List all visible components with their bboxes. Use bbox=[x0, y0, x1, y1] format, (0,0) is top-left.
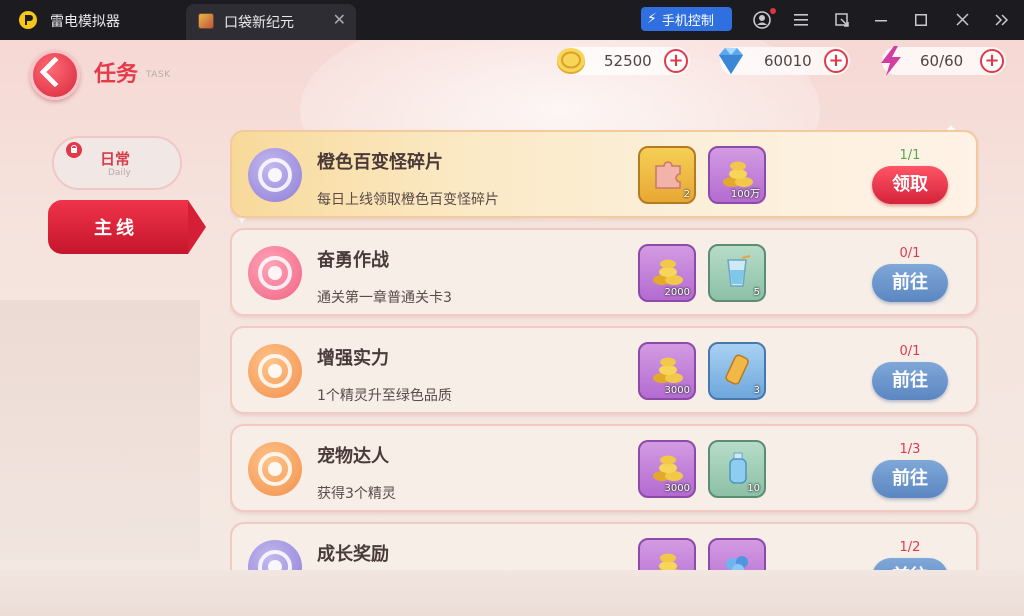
potion-bottle-icon bbox=[729, 452, 747, 484]
coin-pile-icon bbox=[653, 455, 683, 481]
reward-quantity: 5 bbox=[753, 287, 760, 298]
phone-control-button[interactable]: ⚡ 手机控制 bbox=[641, 7, 732, 31]
reward-puzzle-item[interactable]: 2 bbox=[638, 146, 696, 204]
task-progress: 1/3 bbox=[899, 442, 921, 457]
task-description: 通关第一章普通关卡3 bbox=[317, 290, 452, 306]
claim-button[interactable]: 领取 bbox=[872, 166, 948, 204]
task-target-icon bbox=[248, 148, 302, 202]
tab-game[interactable]: 口袋新纪元 ✕ bbox=[186, 4, 356, 40]
task-progress: 0/1 bbox=[899, 246, 921, 261]
task-description: 1个精灵升至绿色品质 bbox=[317, 388, 452, 404]
reward-drink-item[interactable]: 5 bbox=[708, 244, 766, 302]
diamond-counter: 60010 + bbox=[719, 47, 850, 75]
task-name: 橙色百变怪碎片 bbox=[317, 152, 443, 173]
task-name: 奋勇作战 bbox=[317, 250, 389, 271]
reward-coins-item[interactable]: 2000 bbox=[638, 244, 696, 302]
task-list[interactable]: 橙色百变怪碎片 每日上线领取橙色百变怪碎片 2 100万 1/1 领取 奋勇作战… bbox=[230, 128, 980, 570]
go-button[interactable]: 前往 bbox=[872, 558, 948, 570]
coin-value: 52500 bbox=[604, 52, 652, 70]
energy-counter: 60/60 + bbox=[881, 46, 1006, 76]
task-target-icon bbox=[248, 540, 302, 570]
reward-quantity: 2000 bbox=[664, 287, 690, 298]
go-button[interactable]: 前往 bbox=[872, 362, 948, 400]
task-upgrade-icon bbox=[248, 442, 302, 496]
daily-label: 日常 bbox=[100, 150, 131, 168]
phone-control-label: 手机控制 bbox=[661, 13, 714, 29]
task-description: 获得3个精灵 bbox=[317, 486, 396, 502]
close-tab-icon[interactable]: ✕ bbox=[333, 10, 346, 29]
daily-sublabel: Daily bbox=[108, 168, 131, 178]
coin-pile-icon bbox=[653, 259, 683, 285]
reward-quantity: 100万 bbox=[730, 189, 760, 200]
scroll-icon bbox=[725, 354, 749, 385]
reward-quantity: 3 bbox=[753, 385, 760, 396]
blue-crystal-icon bbox=[726, 556, 748, 570]
reward-quantity: 10 bbox=[747, 483, 760, 494]
task-item: 增强实力 1个精灵升至绿色品质 3000 3 0/1 前往 bbox=[230, 326, 978, 414]
coin-pile-icon bbox=[656, 553, 680, 570]
go-button[interactable]: 前往 bbox=[872, 264, 948, 302]
back-button[interactable] bbox=[30, 50, 80, 100]
reward-scroll-item[interactable]: 3 bbox=[708, 342, 766, 400]
task-name: 增强实力 bbox=[317, 348, 389, 369]
page-title: 任务 bbox=[94, 62, 139, 87]
coin-pile-icon bbox=[653, 357, 683, 383]
reward-quantity: 3000 bbox=[664, 385, 690, 396]
task-name: 成长奖励 bbox=[317, 544, 389, 565]
add-diamond-button[interactable]: + bbox=[824, 49, 848, 73]
task-item: 奋勇作战 通关第一章普通关卡3 2000 5 0/1 前往 bbox=[230, 228, 978, 316]
main-label: 主线 bbox=[94, 218, 138, 239]
game-screen: ✦ ✦ 任务 TASK 52500 + 60010 + 60/60 + 日常 D… bbox=[0, 40, 1024, 616]
tab-daily[interactable]: 日常 Daily bbox=[52, 136, 182, 190]
go-button[interactable]: 前往 bbox=[872, 460, 948, 498]
add-energy-button[interactable]: + bbox=[980, 49, 1004, 73]
reward-coins-item[interactable]: 100万 bbox=[708, 146, 766, 204]
page-subtitle: TASK bbox=[146, 70, 171, 80]
emulator-title-bar: 雷电模拟器 口袋新纪元 ✕ ⚡ 手机控制 bbox=[0, 0, 1024, 40]
task-pokeball-icon bbox=[248, 246, 302, 300]
maximize-icon[interactable] bbox=[909, 8, 933, 32]
task-name: 宠物达人 bbox=[317, 446, 389, 467]
energy-value: 60/60 bbox=[920, 52, 964, 70]
diamond-icon bbox=[719, 48, 743, 74]
lightning-icon: ⚡ bbox=[647, 11, 657, 27]
task-progress: 1/2 bbox=[899, 540, 921, 555]
task-progress: 0/1 bbox=[899, 344, 921, 359]
reward-coins-item[interactable] bbox=[638, 538, 696, 570]
tab-label: 口袋新纪元 bbox=[224, 15, 294, 31]
puzzle-piece-icon bbox=[655, 161, 681, 189]
expand-sidebar-icon[interactable] bbox=[990, 8, 1014, 32]
task-upgrade-icon bbox=[248, 344, 302, 398]
leidian-logo-icon bbox=[19, 11, 37, 29]
tab-main[interactable]: 主线 bbox=[48, 200, 206, 254]
task-item: 宠物达人 获得3个精灵 3000 10 1/3 前往 bbox=[230, 424, 978, 512]
add-coin-button[interactable]: + bbox=[664, 49, 688, 73]
reward-crystal-item[interactable] bbox=[708, 538, 766, 570]
gold-coin-icon bbox=[557, 48, 585, 74]
background-shop bbox=[0, 300, 200, 560]
minimize-icon[interactable] bbox=[869, 8, 893, 32]
chevron-left-icon bbox=[39, 56, 71, 88]
reward-potion-item[interactable]: 10 bbox=[708, 440, 766, 498]
task-description: 每日上线领取橙色百变怪碎片 bbox=[317, 192, 499, 208]
notification-dot bbox=[770, 8, 776, 14]
reward-coins-item[interactable]: 3000 bbox=[638, 342, 696, 400]
task-progress: 1/1 bbox=[899, 148, 921, 163]
reward-quantity: 3000 bbox=[664, 483, 690, 494]
app-title: 雷电模拟器 bbox=[50, 14, 120, 30]
task-item: 橙色百变怪碎片 每日上线领取橙色百变怪碎片 2 100万 1/1 领取 bbox=[230, 130, 978, 218]
resize-window-icon[interactable] bbox=[830, 8, 854, 32]
reward-coins-item[interactable]: 3000 bbox=[638, 440, 696, 498]
close-window-icon[interactable] bbox=[950, 8, 974, 32]
background-floor bbox=[0, 570, 1024, 616]
game-tab-icon bbox=[198, 13, 214, 29]
drink-cup-icon bbox=[727, 255, 751, 287]
coin-counter: 52500 + bbox=[557, 47, 690, 75]
menu-icon[interactable] bbox=[789, 8, 813, 32]
diamond-value: 60010 bbox=[764, 52, 812, 70]
task-item: 成长奖励 1/2 前往 bbox=[230, 522, 978, 570]
reward-quantity: 2 bbox=[683, 189, 690, 200]
energy-lightning-icon bbox=[881, 46, 901, 76]
lock-icon bbox=[66, 142, 82, 158]
